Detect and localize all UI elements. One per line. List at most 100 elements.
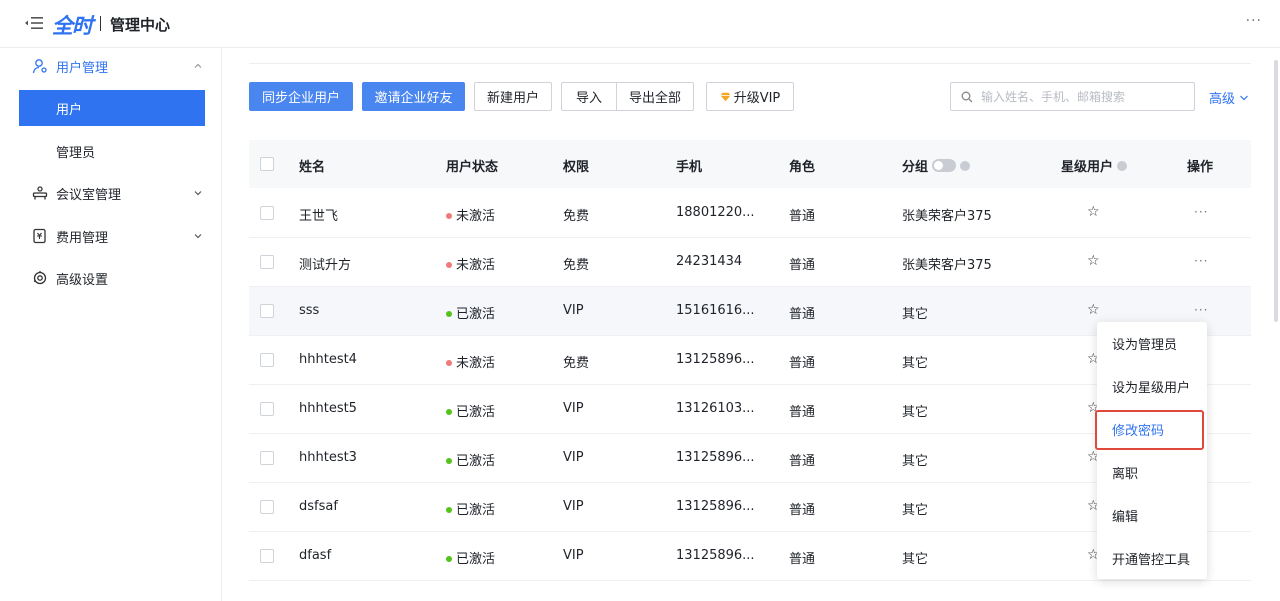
status-label: 未激活: [456, 356, 496, 371]
fee-icon: [33, 228, 46, 244]
cell-status: 已激活: [446, 450, 495, 469]
row-checkbox[interactable]: [260, 402, 274, 416]
info-icon: [960, 160, 971, 171]
cell-permission: VIP: [563, 548, 584, 563]
status-dot: [446, 359, 452, 366]
scrollbar-thumb[interactable]: [1274, 60, 1278, 322]
menu-item-resign[interactable]: 离职: [1097, 452, 1207, 492]
sidebar-item-fees[interactable]: 费用管理: [0, 218, 222, 254]
sync-users-button[interactable]: 同步企业用户: [249, 82, 353, 111]
select-all-checkbox[interactable]: [260, 157, 274, 171]
cell-status: 已激活: [446, 499, 495, 518]
star-icon[interactable]: ☆: [1087, 253, 1100, 269]
cell-group: 张美荣客户375: [902, 209, 992, 224]
menu-item-label: 修改密码: [1112, 423, 1165, 439]
cell-phone: 13125896...: [676, 499, 755, 514]
group-toggle[interactable]: [932, 159, 957, 172]
cell-role: 普通: [789, 552, 816, 567]
chevron-up-icon: [194, 63, 202, 68]
menu-item-label: 设为管理员: [1112, 337, 1178, 353]
menu-item-label: 离职: [1112, 466, 1139, 482]
row-checkbox[interactable]: [260, 353, 274, 367]
row-checkbox[interactable]: [260, 500, 274, 514]
header-role: 角色: [789, 160, 816, 175]
search-input[interactable]: [981, 89, 1181, 104]
sidebar-item-users[interactable]: 用户: [19, 90, 205, 126]
status-dot: [446, 408, 452, 415]
menu-item-change-password[interactable]: 修改密码: [1097, 409, 1207, 449]
more-actions-button[interactable]: ···: [1194, 254, 1208, 268]
search-box[interactable]: [950, 82, 1195, 111]
info-icon: [1117, 160, 1128, 171]
cell-phone: 18801220...: [676, 205, 755, 220]
status-dot: [446, 506, 452, 513]
cell-status: 已激活: [446, 548, 495, 567]
menu-item-set-admin[interactable]: 设为管理员: [1097, 323, 1207, 363]
more-actions-button[interactable]: ···: [1194, 205, 1208, 219]
header-group-cell: 分组: [902, 156, 971, 175]
invite-friends-button[interactable]: 邀请企业好友: [362, 82, 465, 111]
new-user-button[interactable]: 新建用户: [474, 82, 552, 111]
chevron-down-icon: [194, 234, 202, 239]
sidebar-item-label: 费用管理: [56, 230, 109, 246]
cell-group: 其它: [902, 356, 929, 371]
star-icon[interactable]: ☆: [1087, 302, 1100, 318]
cell-role: 普通: [789, 209, 816, 224]
menu-item-edit[interactable]: 编辑: [1097, 495, 1207, 535]
menu-item-set-star-user[interactable]: 设为星级用户: [1097, 366, 1207, 406]
cell-group: 其它: [902, 307, 929, 322]
header-action: 操作: [1187, 160, 1214, 175]
menu-item-enable-control-tools[interactable]: 开通管控工具: [1097, 538, 1207, 578]
status-label: 已激活: [456, 405, 496, 420]
status-label: 已激活: [456, 307, 496, 322]
sidebar-item-advanced-settings[interactable]: 高级设置: [0, 260, 222, 296]
cell-name: 王世飞: [299, 209, 339, 224]
row-checkbox[interactable]: [260, 451, 274, 465]
divider: [249, 63, 1251, 64]
logo: 全时: [52, 14, 93, 38]
status-label: 已激活: [456, 503, 496, 518]
cell-status: 未激活: [446, 254, 495, 273]
table-row[interactable]: 王世飞 未激活 免费 18801220... 普通 张美荣客户375 ☆ ···: [249, 189, 1251, 238]
cell-permission: VIP: [563, 450, 584, 465]
cell-role: 普通: [789, 405, 816, 420]
advanced-settings-icon: [33, 271, 47, 285]
export-all-button[interactable]: 导出全部: [616, 83, 693, 110]
cell-role: 普通: [789, 454, 816, 469]
row-checkbox[interactable]: [260, 206, 274, 220]
cell-group: 其它: [902, 503, 929, 518]
import-button[interactable]: 导入: [562, 83, 616, 110]
menu-collapse-icon[interactable]: [24, 14, 44, 32]
top-more-button[interactable]: ···: [1246, 13, 1262, 29]
advanced-filter-button[interactable]: 高级: [1209, 88, 1249, 107]
search-icon: [961, 91, 973, 102]
row-checkbox[interactable]: [260, 304, 274, 318]
more-actions-button[interactable]: ···: [1194, 303, 1208, 317]
row-checkbox[interactable]: [260, 549, 274, 563]
upgrade-vip-button[interactable]: 升级VIP: [706, 82, 794, 111]
status-dot: [446, 457, 452, 464]
header-name: 姓名: [299, 160, 326, 175]
star-icon[interactable]: ☆: [1087, 204, 1100, 220]
cell-status: 已激活: [446, 303, 495, 322]
cell-name: dfasf: [299, 548, 332, 563]
cell-name: hhhtest5: [299, 401, 357, 416]
page-title: 管理中心: [110, 16, 171, 34]
menu-item-label: 开通管控工具: [1112, 552, 1191, 568]
sidebar-item-admins[interactable]: 管理员: [19, 133, 205, 169]
sidebar: 用户管理 用户 管理员 会议室管理 费用管理 高级设置: [0, 48, 222, 601]
header-permission: 权限: [563, 160, 590, 175]
table-row[interactable]: 测试升方 未激活 免费 24231434 普通 张美荣客户375 ☆ ···: [249, 238, 1251, 287]
cell-role: 普通: [789, 503, 816, 518]
cell-permission: 免费: [563, 258, 590, 273]
sidebar-item-user-management[interactable]: 用户管理: [0, 48, 222, 84]
logo-divider: [100, 16, 101, 31]
header-group: 分组: [902, 160, 929, 175]
cell-group: 张美荣客户375: [902, 258, 992, 273]
row-checkbox[interactable]: [260, 255, 274, 269]
sidebar-item-meeting-rooms[interactable]: 会议室管理: [0, 175, 222, 211]
status-label: 已激活: [456, 454, 496, 469]
sidebar-item-label: 用户: [56, 102, 83, 118]
menu-item-label: 设为星级用户: [1112, 380, 1191, 396]
user-manage-icon: [32, 59, 47, 74]
